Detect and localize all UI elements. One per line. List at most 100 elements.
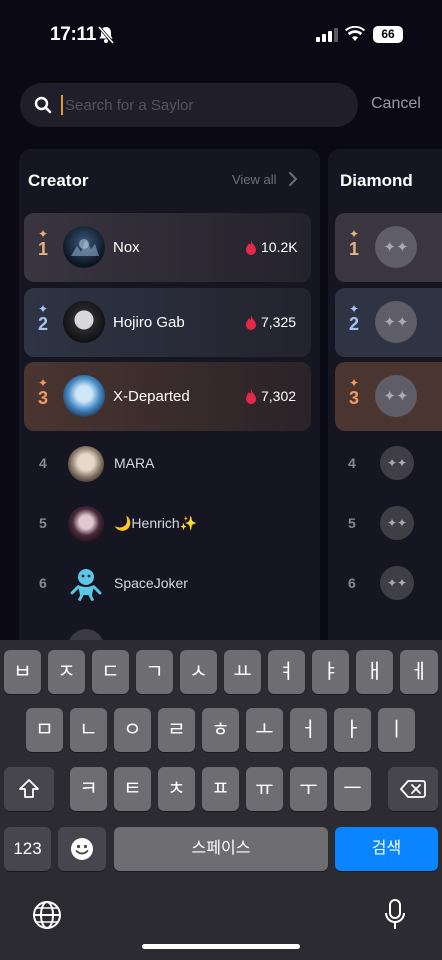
bell-muted-icon: [98, 26, 114, 44]
rank-number: 3: [349, 388, 360, 408]
globe-icon[interactable]: [32, 900, 62, 930]
creator-name: X-Departed: [113, 388, 190, 405]
default-avatar-icon: ✦✦: [375, 375, 417, 417]
creator-name: MARA: [114, 455, 155, 471]
list-item[interactable]: 4 MARA: [19, 435, 320, 495]
default-avatar-icon: ✦✦: [375, 301, 417, 343]
key[interactable]: ㅎ: [202, 708, 239, 752]
creator-score: 7,302: [261, 388, 297, 404]
key[interactable]: ㅓ: [290, 708, 327, 752]
key[interactable]: ㄷ: [92, 650, 129, 694]
korean-keyboard: ㅂ ㅈ ㄷ ㄱ ㅅ ㅛ ㅕ ㅑ ㅐ ㅔ ㅁ ㄴ ㅇ ㄹ ㅎ ㅗ ㅓ ㅏ ㅣ ㅋ …: [0, 640, 442, 960]
search-icon: [34, 96, 52, 114]
key[interactable]: ㅑ: [312, 650, 349, 694]
default-avatar-icon: ✦✦: [380, 446, 414, 480]
creator-score: 10.2K: [261, 239, 298, 255]
key[interactable]: ㅛ: [224, 650, 261, 694]
rank-number: 1: [349, 239, 360, 259]
backspace-key[interactable]: [388, 767, 438, 811]
list-item[interactable]: 5 🌙Henrich✨: [19, 495, 320, 555]
key[interactable]: ㅏ: [334, 708, 371, 752]
key[interactable]: ㅂ: [4, 650, 41, 694]
numbers-key[interactable]: 123: [4, 827, 51, 871]
rank-number: 4: [39, 455, 47, 471]
key[interactable]: ㅕ: [268, 650, 305, 694]
home-indicator: [142, 944, 300, 949]
creator-score: 7,325: [261, 314, 297, 330]
key[interactable]: ㅍ: [202, 767, 239, 811]
emoji-key[interactable]: [58, 827, 106, 871]
avatar: [68, 566, 104, 602]
rank-number: 3: [38, 388, 49, 408]
key[interactable]: ㅔ: [400, 650, 438, 694]
key[interactable]: ㅡ: [334, 767, 371, 811]
battery-indicator: 66: [373, 26, 403, 43]
diamond-title: Diamond: [340, 171, 413, 190]
search-key[interactable]: 검색: [335, 827, 438, 871]
key[interactable]: ㅌ: [114, 767, 151, 811]
search-placeholder: Search for a Saylor: [65, 97, 194, 114]
top-creator-3[interactable]: ✦ 3 X-Departed 7,302: [24, 362, 311, 431]
key[interactable]: ㅐ: [356, 650, 393, 694]
status-time: 17:11: [50, 24, 97, 45]
avatar: [63, 301, 105, 343]
rank-number: 6: [348, 575, 356, 591]
top-diamond-2[interactable]: ✦ 2 ✦✦: [335, 288, 442, 357]
microphone-icon[interactable]: [384, 898, 406, 932]
list-item[interactable]: 6 ✦✦: [328, 555, 442, 615]
top-creator-2[interactable]: ✦ 2 Hojiro Gab 7,325: [24, 288, 311, 357]
key[interactable]: ㄹ: [158, 708, 195, 752]
key[interactable]: ㅋ: [70, 767, 107, 811]
cancel-button[interactable]: Cancel: [371, 95, 421, 113]
creator-ranking-panel: Creator View all ✦ 1 Nox 10.2K ✦ 2 Hojir…: [19, 149, 320, 649]
key[interactable]: ㅊ: [158, 767, 195, 811]
fire-icon: [246, 240, 256, 255]
rank-number: 2: [349, 314, 360, 334]
top-diamond-3[interactable]: ✦ 3 ✦✦: [335, 362, 442, 431]
shift-key[interactable]: [4, 767, 54, 811]
rank-number: 5: [348, 515, 356, 531]
search-field[interactable]: Search for a Saylor: [20, 83, 358, 127]
key[interactable]: ㅠ: [246, 767, 283, 811]
rank-number: 1: [38, 239, 49, 259]
key[interactable]: ㅣ: [378, 708, 415, 752]
top-creator-1[interactable]: ✦ 1 Nox 10.2K: [24, 213, 311, 282]
key[interactable]: ㄴ: [70, 708, 107, 752]
key[interactable]: ㅅ: [180, 650, 217, 694]
key[interactable]: ㄱ: [136, 650, 173, 694]
creator-name: Nox: [113, 239, 140, 256]
default-avatar-icon: ✦✦: [380, 566, 414, 600]
creator-name: 🌙Henrich✨: [114, 515, 198, 531]
shift-icon: [19, 779, 39, 798]
key[interactable]: ㅗ: [246, 708, 283, 752]
avatar: [68, 506, 104, 542]
text-cursor: [61, 95, 63, 115]
key[interactable]: ㅈ: [48, 650, 85, 694]
key[interactable]: ㅇ: [114, 708, 151, 752]
avatar: [63, 375, 105, 417]
signal-icon: [316, 28, 338, 42]
top-diamond-1[interactable]: ✦ 1 ✦✦: [335, 213, 442, 282]
wifi-icon: [345, 26, 365, 41]
key[interactable]: ㅁ: [26, 708, 63, 752]
creator-title: Creator: [28, 171, 89, 190]
space-key[interactable]: 스페이스: [114, 827, 328, 871]
diamond-ranking-panel: Diamond ✦ 1 ✦✦ ✦ 2 ✦✦ ✦ 3 ✦✦ 4 ✦✦ 5 ✦✦ 6…: [328, 149, 442, 649]
view-all-link[interactable]: View all: [232, 172, 277, 187]
rank-number: 4: [348, 455, 356, 471]
emoji-icon: [71, 838, 93, 860]
chevron-right-icon[interactable]: [288, 171, 298, 187]
creator-name: Hojiro Gab: [113, 314, 185, 331]
default-avatar-icon: ✦✦: [380, 506, 414, 540]
fire-icon: [246, 315, 256, 330]
list-item[interactable]: 5 ✦✦: [328, 495, 442, 555]
status-bar: 17:11 66: [0, 0, 442, 70]
backspace-icon: [400, 780, 426, 798]
list-item[interactable]: 6 SpaceJoker: [19, 555, 320, 615]
avatar: [63, 226, 105, 268]
rank-number: 2: [38, 314, 49, 334]
list-item[interactable]: 4 ✦✦: [328, 435, 442, 495]
key[interactable]: ㅜ: [290, 767, 327, 811]
rank-number: 6: [39, 575, 47, 591]
avatar: [68, 446, 104, 482]
